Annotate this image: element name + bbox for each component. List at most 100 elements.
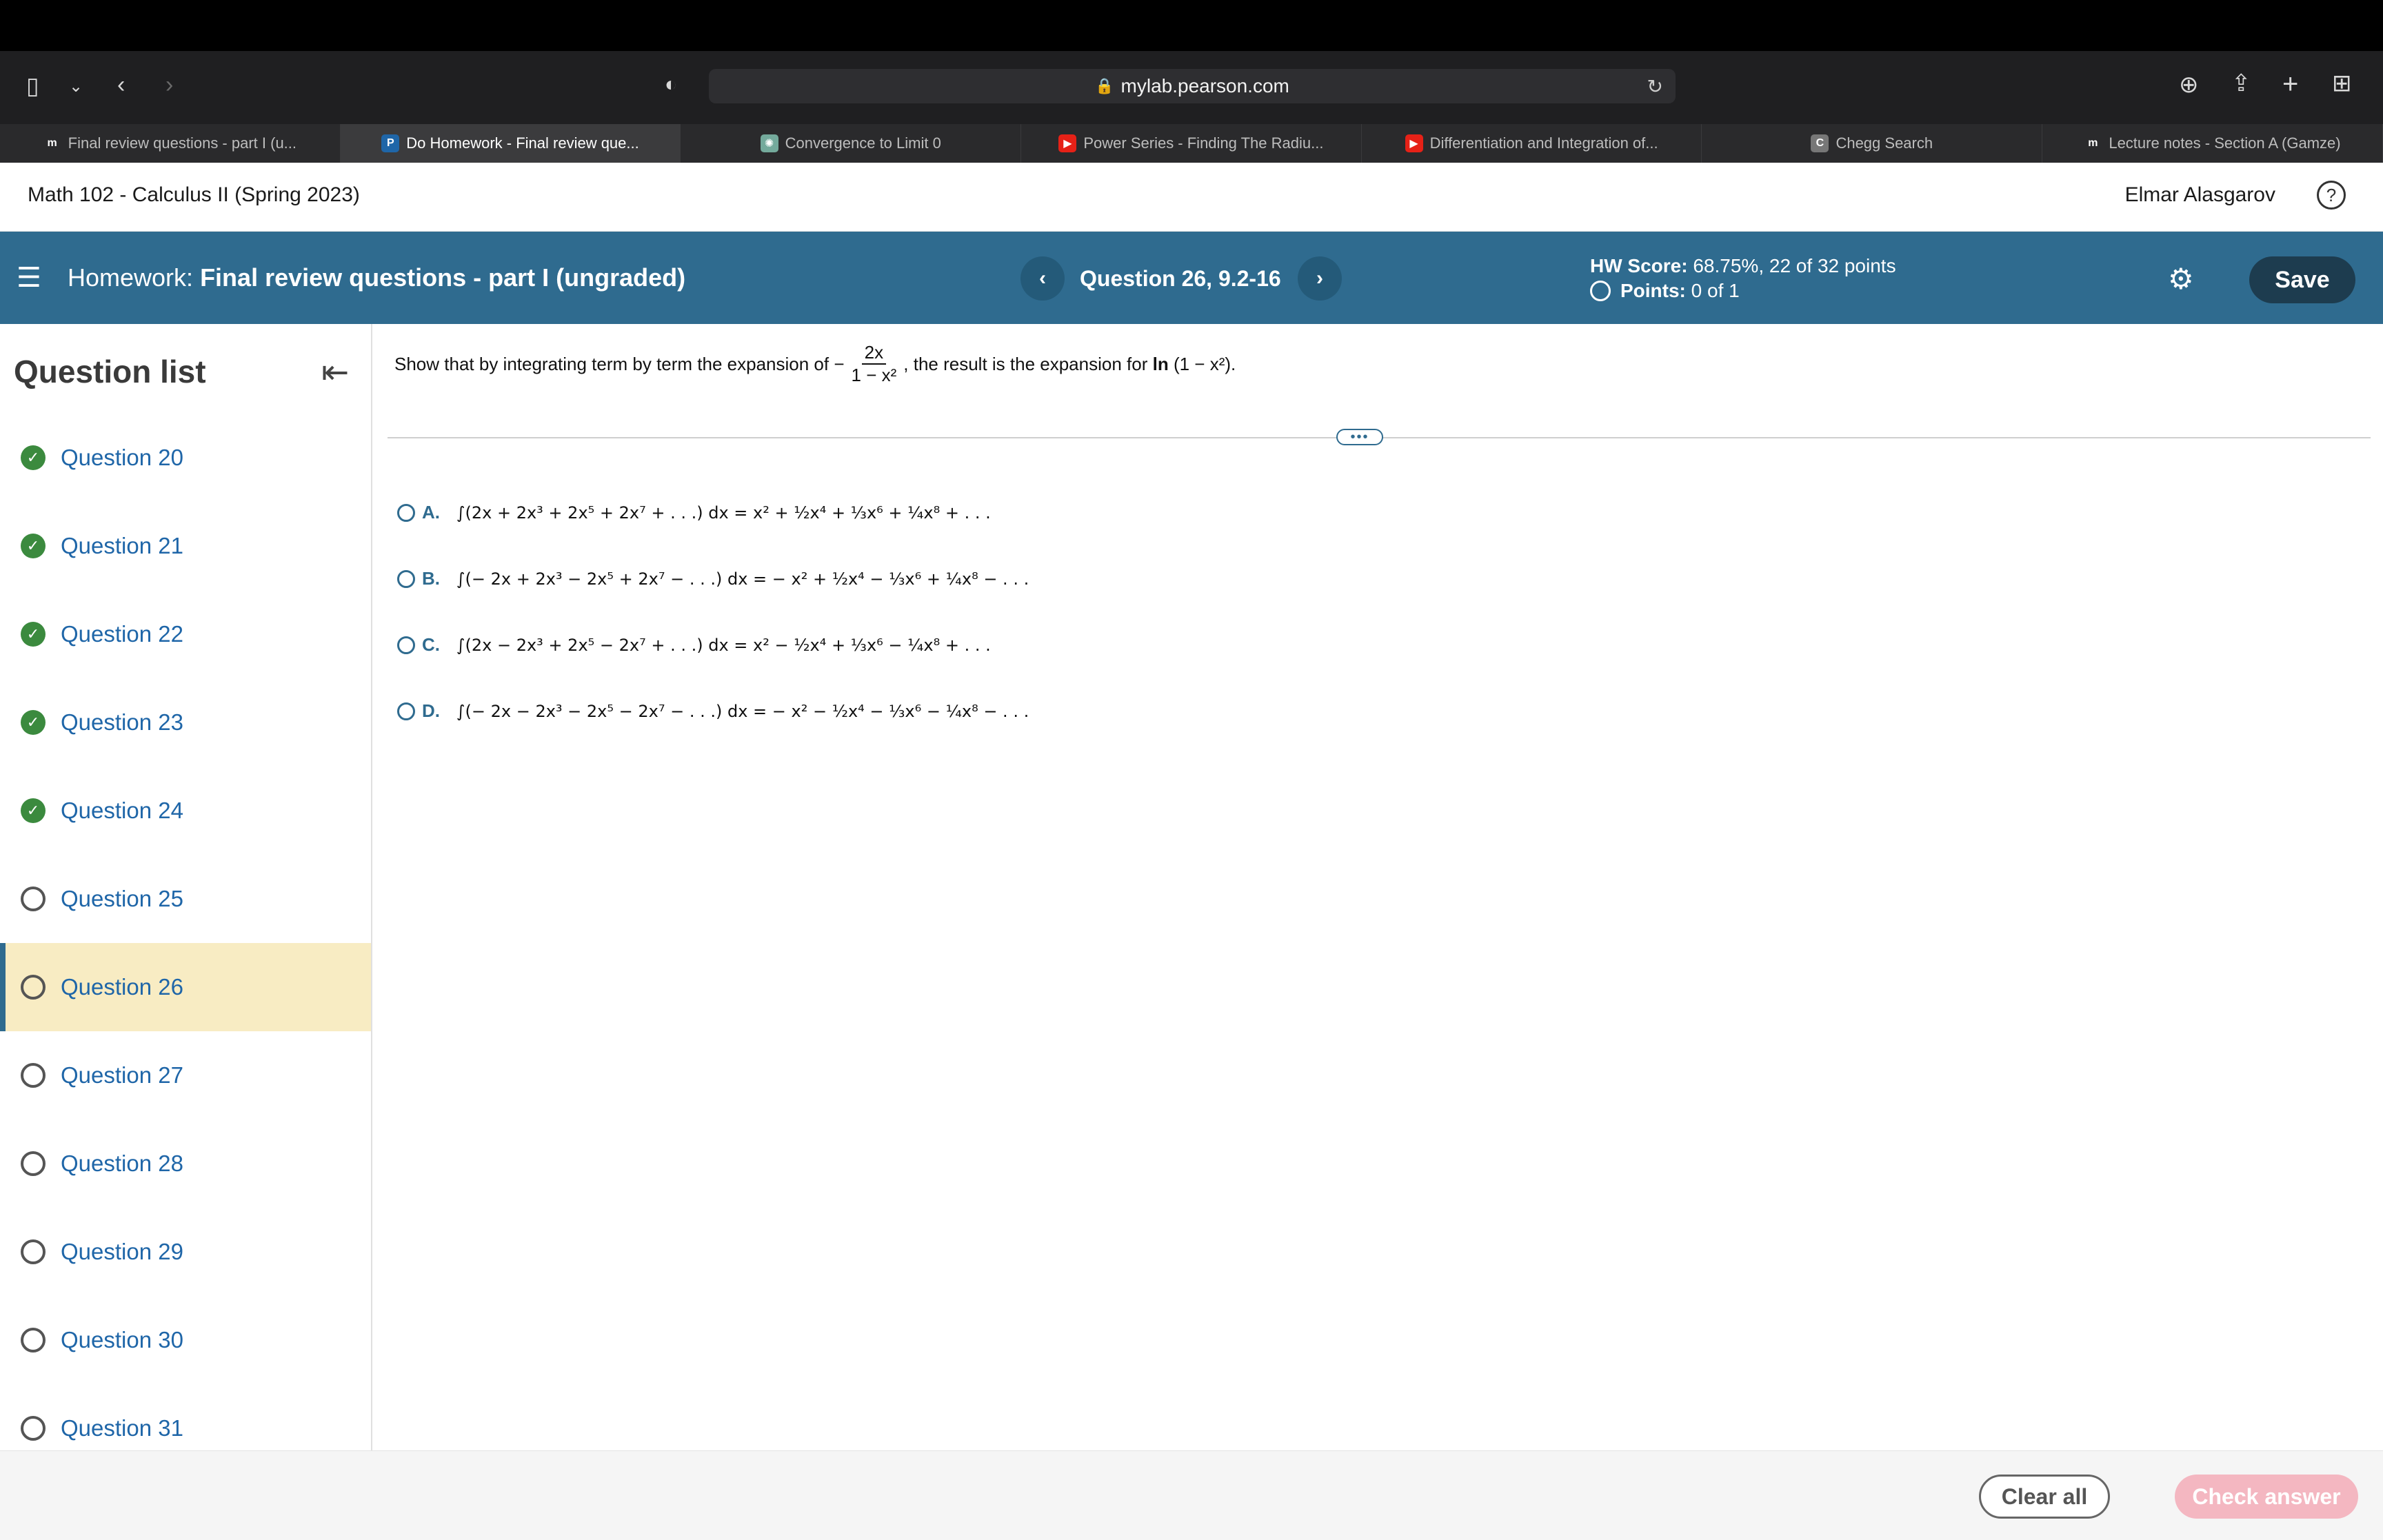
- check-circle-icon: ✓: [21, 534, 46, 558]
- homework-bar: ☰ Homework: Final review questions - par…: [0, 232, 2383, 324]
- empty-circle-icon: [21, 975, 46, 1000]
- help-icon[interactable]: ?: [2317, 181, 2346, 210]
- forward-icon[interactable]: ›: [165, 73, 173, 97]
- browser-tab[interactable]: ▶ Differentiation and Integration of...: [1362, 124, 1702, 163]
- screen-top-bar: [0, 0, 2383, 51]
- points: Points: 0 of 1: [1590, 280, 1740, 302]
- question-list-item-label: Question 30: [61, 1327, 183, 1352]
- empty-circle-icon: [21, 1239, 46, 1264]
- browser-toolbar: ▯ ⌄ ‹ › ◐ 🔒 mylab.pearson.com ↻ ⊕ ⇪ + ⊞: [0, 51, 2383, 124]
- points-value: 0 of 1: [1691, 280, 1740, 301]
- chevron-down-icon[interactable]: ⌄: [69, 79, 83, 95]
- check-answer-button[interactable]: Check answer: [2175, 1475, 2358, 1519]
- gear-icon[interactable]: ⚙: [2168, 262, 2194, 296]
- fraction-numerator: 2x: [861, 342, 887, 365]
- previous-question-button[interactable]: ‹: [1020, 256, 1065, 301]
- empty-circle-icon: [21, 1151, 46, 1176]
- question-list-item[interactable]: ✓ Question 24: [0, 767, 371, 855]
- check-circle-icon: ✓: [21, 622, 46, 647]
- question-list-item[interactable]: ✓ Question 20: [0, 414, 371, 502]
- question-list-item-label: Question 21: [61, 533, 183, 558]
- openai-icon: ✺: [760, 134, 778, 152]
- answer-expression: ∫(2x − 2x³ + 2x⁵ − 2x⁷ + . . .) dx = x² …: [456, 635, 991, 655]
- browser-tab[interactable]: P Do Homework - Final review que...: [340, 124, 681, 163]
- answer-radio[interactable]: [397, 636, 415, 654]
- question-prompt: Show that by integrating term by term th…: [394, 342, 1236, 386]
- homework-name: Final review questions - part I (ungrade…: [200, 263, 686, 292]
- collapse-sidebar-icon[interactable]: ⇤: [321, 353, 349, 392]
- question-list-item-label: Question 22: [61, 621, 183, 647]
- question-list-item-label: Question 26: [61, 974, 183, 1000]
- empty-circle-icon: [21, 1328, 46, 1352]
- answer-letter: C.: [422, 634, 440, 655]
- fraction-denominator: 1 − x²: [851, 365, 897, 385]
- answer-option[interactable]: D. ∫(− 2x − 2x³ − 2x⁵ − 2x⁷ − . . .) dx =…: [397, 700, 1029, 722]
- tab-strip: m Final review questions - part I (u... P D…: [0, 124, 2383, 163]
- browser-tab[interactable]: C Chegg Search: [1702, 124, 2043, 163]
- browser-tab-label: Do Homework - Final review que...: [406, 134, 639, 152]
- prompt-ln-arg: (1 − x²).: [1173, 353, 1236, 374]
- reload-icon[interactable]: ↻: [1647, 75, 1663, 98]
- question-list-item-label: Question 24: [61, 798, 183, 823]
- save-button[interactable]: Save: [2249, 256, 2355, 303]
- question-list-item-label: Question 28: [61, 1151, 183, 1176]
- question-list-item[interactable]: Question 25: [0, 855, 371, 943]
- clear-all-button[interactable]: Clear all: [1979, 1475, 2110, 1519]
- lock-icon: 🔒: [1095, 77, 1114, 94]
- course-title: Math 102 - Calculus II (Spring 2023): [28, 183, 360, 206]
- question-list-item[interactable]: Question 29: [0, 1208, 371, 1296]
- answer-radio[interactable]: [397, 503, 415, 522]
- pearson-mathxl-icon: m: [43, 134, 61, 152]
- question-list-item[interactable]: Question 28: [0, 1119, 371, 1208]
- share-icon[interactable]: ⇪: [2231, 72, 2251, 95]
- browser-tab-label: Convergence to Limit 0: [785, 134, 941, 152]
- browser-tab[interactable]: m Lecture notes - Section A (Gamze): [2042, 124, 2383, 163]
- browser-tab[interactable]: ✺ Convergence to Limit 0: [681, 124, 1022, 163]
- empty-circle-icon: [21, 1416, 46, 1441]
- next-question-button[interactable]: ›: [1298, 256, 1342, 301]
- answer-expression: ∫(− 2x − 2x³ − 2x⁵ − 2x⁷ − . . .) dx = −…: [456, 701, 1029, 721]
- question-list-item[interactable]: ✓ Question 23: [0, 678, 371, 767]
- tab-overview-icon[interactable]: ⊞: [2332, 72, 2352, 95]
- answer-radio[interactable]: [397, 702, 415, 720]
- answer-radio[interactable]: [397, 569, 415, 588]
- resize-handle[interactable]: •••: [1336, 429, 1383, 445]
- question-list-item-label: Question 20: [61, 445, 183, 470]
- question-list-item[interactable]: Question 30: [0, 1296, 371, 1384]
- question-list-item-label: Question 25: [61, 886, 183, 911]
- browser-tab[interactable]: m Final review questions - part I (u...: [0, 124, 341, 163]
- empty-circle-icon: [21, 1063, 46, 1088]
- answer-option[interactable]: B. ∫(− 2x + 2x³ − 2x⁵ + 2x⁷ − . . .) dx =…: [397, 568, 1029, 589]
- answer-option[interactable]: C. ∫(2x − 2x³ + 2x⁵ − 2x⁷ + . . .) dx = x…: [397, 634, 991, 656]
- hw-score: HW Score: 68.75%, 22 of 32 points: [1590, 255, 1896, 277]
- url-text: mylab.pearson.com: [1120, 75, 1289, 97]
- answer-letter: D.: [422, 700, 440, 721]
- user-name[interactable]: Elmar Alasgarov: [2125, 183, 2275, 207]
- answer-option[interactable]: A. ∫(2x + 2x³ + 2x⁵ + 2x⁷ + . . .) dx = x…: [397, 502, 991, 523]
- hw-score-label: HW Score:: [1590, 255, 1688, 276]
- hw-score-value: 68.75%, 22 of 32 points: [1693, 255, 1896, 276]
- question-list-title: Question list: [14, 354, 206, 389]
- new-tab-icon[interactable]: +: [2282, 70, 2298, 98]
- question-list-item-label: Question 27: [61, 1062, 183, 1088]
- browser-tab-label: Final review questions - part I (u...: [68, 134, 297, 152]
- browser-tab-label: Chegg Search: [1836, 134, 1933, 152]
- question-list-item[interactable]: ✓ Question 21: [0, 502, 371, 590]
- question-list-sidebar: Question list ⇤ ✓ Question 20 ✓ Question 21…: [0, 324, 372, 1450]
- back-icon[interactable]: ‹: [117, 73, 125, 97]
- menu-icon[interactable]: ☰: [17, 262, 41, 294]
- question-list-item[interactable]: Question 26: [0, 943, 371, 1031]
- privacy-shield-icon[interactable]: ◐: [665, 74, 677, 95]
- browser-tab-label: Lecture notes - Section A (Gamze): [2109, 134, 2341, 152]
- browser-tab[interactable]: ▶ Power Series - Finding The Radiu...: [1021, 124, 1362, 163]
- points-label: Points:: [1620, 280, 1686, 301]
- sidebar-toggle-icon[interactable]: ▯: [26, 74, 39, 98]
- question-list-item[interactable]: ✓ Question 22: [0, 590, 371, 678]
- prompt-start: Show that by integrating term by term th…: [394, 353, 845, 374]
- question-panel: Show that by integrating term by term th…: [374, 324, 2383, 1450]
- course-header: Math 102 - Calculus II (Spring 2023) Elm…: [0, 163, 2383, 232]
- question-list-item[interactable]: Question 27: [0, 1031, 371, 1119]
- youtube-icon: ▶: [1058, 134, 1077, 152]
- address-bar[interactable]: 🔒 mylab.pearson.com ↻: [709, 69, 1676, 103]
- download-icon[interactable]: ⊕: [2179, 73, 2199, 97]
